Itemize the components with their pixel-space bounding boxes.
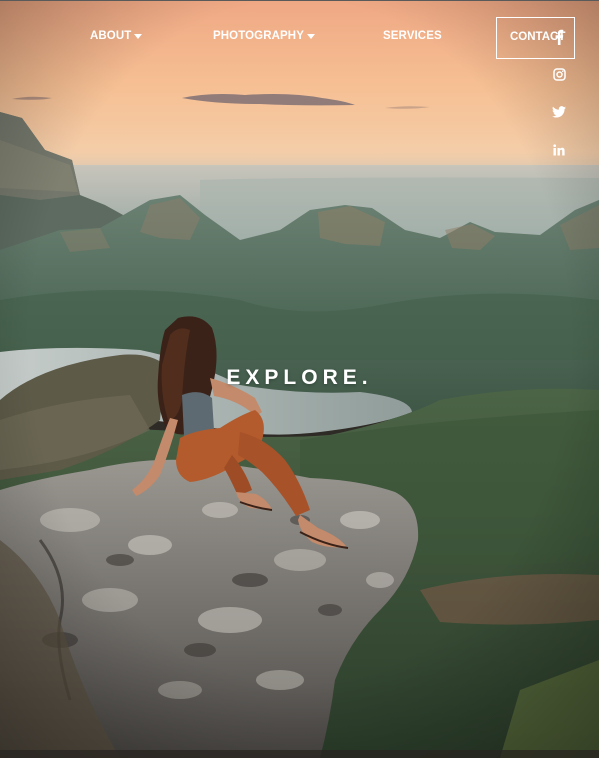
nav-photography-label: PHOTOGRAPHY [213, 30, 304, 42]
nav-services-label: SERVICES [383, 30, 442, 42]
main-nav: ABOUT PHOTOGRAPHY SERVICES CONTACT [0, 0, 599, 76]
caret-down-icon [134, 34, 143, 39]
hero-headline: EXPLORE. [226, 366, 373, 389]
bottom-border [0, 750, 599, 758]
caret-down-icon [306, 34, 315, 39]
instagram-icon[interactable] [548, 63, 570, 85]
nav-services[interactable]: SERVICES [383, 30, 442, 42]
nav-about[interactable]: ABOUT [90, 30, 143, 42]
nav-about-label: ABOUT [90, 30, 132, 42]
linkedin-icon[interactable] [548, 139, 570, 161]
hero-section: ABOUT PHOTOGRAPHY SERVICES CONTACT EXPLO… [0, 0, 599, 758]
facebook-icon[interactable] [548, 26, 570, 48]
twitter-icon[interactable] [548, 101, 570, 123]
nav-photography[interactable]: PHOTOGRAPHY [213, 30, 315, 42]
